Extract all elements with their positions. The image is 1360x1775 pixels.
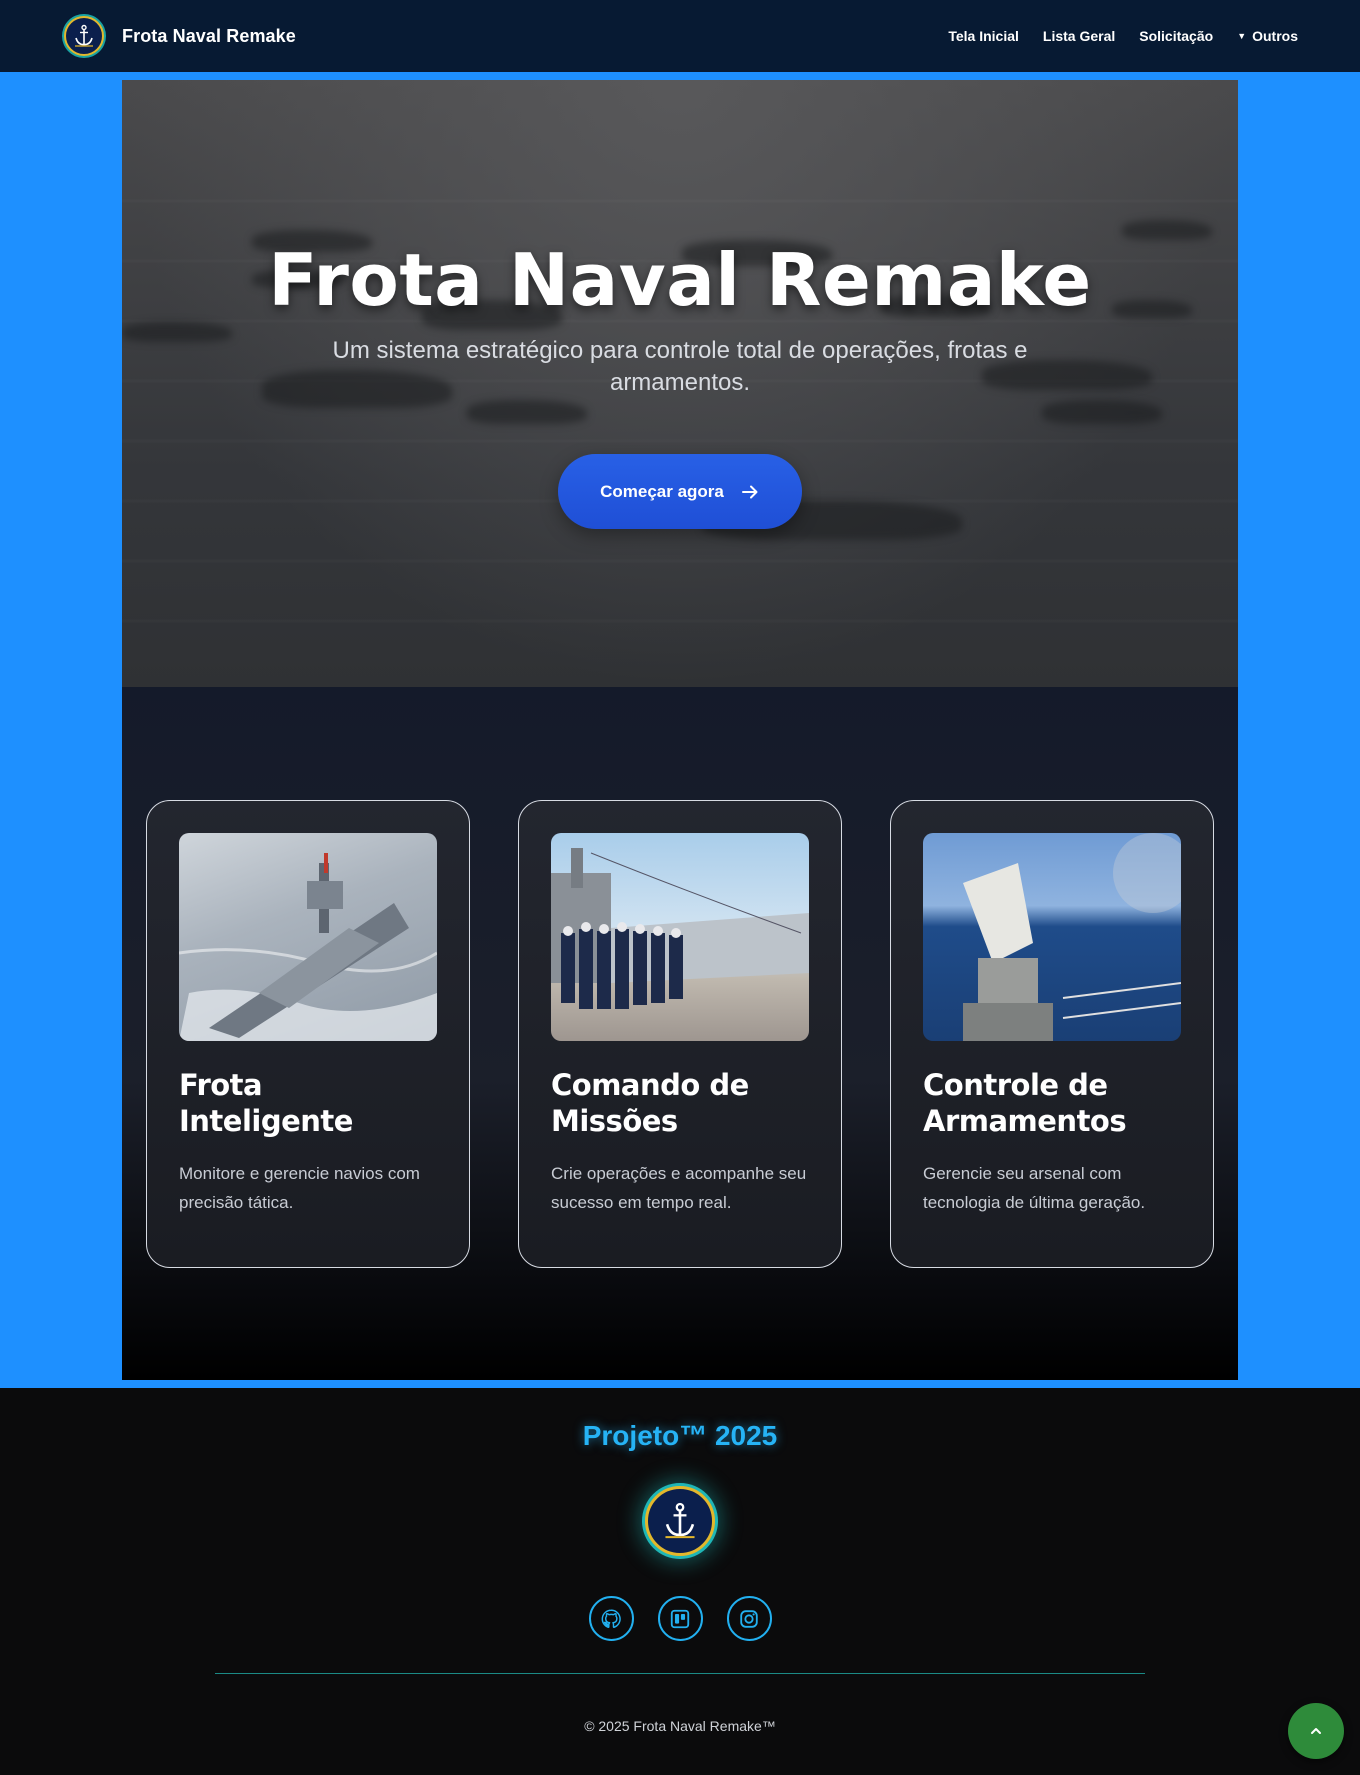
nav-link-lista-geral[interactable]: Lista Geral	[1043, 28, 1115, 44]
anchor-logo-icon	[64, 16, 104, 56]
back-to-top-button[interactable]	[1288, 1703, 1344, 1759]
footer: Projeto™ 2025 © 2025 Frota Naval Remake™	[0, 1388, 1360, 1775]
nav-links: Tela Inicial Lista Geral Solicitação ▼ O…	[948, 28, 1298, 44]
instagram-icon	[740, 1609, 758, 1628]
warship-photo	[179, 833, 437, 1041]
social-links	[0, 1596, 1360, 1641]
copyright-text: © 2025 Frota Naval Remake™	[584, 1718, 776, 1734]
card-title: Frota Inteligente	[179, 1068, 353, 1138]
card-description: Monitore e gerencie navios com precisão …	[179, 1164, 420, 1212]
nav-link-solicitacao[interactable]: Solicitação	[1139, 28, 1213, 44]
main-content: Frota Naval Remake Um sistema estratégic…	[122, 80, 1238, 1380]
card-description: Crie operações e acompanhe seu sucesso e…	[551, 1164, 807, 1212]
nav-link-tela-inicial[interactable]: Tela Inicial	[948, 28, 1019, 44]
github-icon	[601, 1609, 621, 1628]
github-link[interactable]	[588, 1596, 634, 1641]
footer-title: Projeto™ 2025	[582, 1420, 778, 1451]
hero-content: Frota Naval Remake Um sistema estratégic…	[122, 80, 1238, 687]
arrow-right-icon	[741, 485, 758, 498]
card-title: Comando de Missões	[551, 1068, 749, 1138]
trello-link[interactable]	[657, 1596, 703, 1641]
brand-name[interactable]: Frota Naval Remake	[122, 26, 296, 47]
start-now-button[interactable]: Começar agora	[558, 454, 802, 529]
hero-section: Frota Naval Remake Um sistema estratégic…	[122, 80, 1238, 687]
top-navbar: Frota Naval Remake Tela Inicial Lista Ge…	[0, 0, 1360, 72]
start-now-label: Começar agora	[600, 481, 724, 501]
feature-card-fleet[interactable]: Frota Inteligente Monitore e gerencie na…	[146, 800, 470, 1268]
hero-subtitle: Um sistema estratégico para controle tot…	[332, 337, 1028, 396]
feature-card-weapons[interactable]: Controle de Armamentos Gerencie seu arse…	[890, 800, 1214, 1268]
hero-title: Frota Naval Remake	[268, 238, 1092, 322]
footer-divider	[215, 1673, 1145, 1674]
trello-icon	[670, 1609, 690, 1628]
sailors-ceremony-photo	[551, 833, 809, 1041]
card-title: Controle de Armamentos	[923, 1068, 1127, 1138]
nav-dropdown-outros[interactable]: ▼ Outros	[1237, 28, 1298, 44]
chevron-up-icon	[1311, 1728, 1321, 1734]
anchor-logo-icon	[645, 1486, 715, 1556]
feature-card-missions[interactable]: Comando de Missões Crie operações e acom…	[518, 800, 842, 1268]
caret-down-icon: ▼	[1237, 31, 1247, 41]
card-description: Gerencie seu arsenal com tecnologia de ú…	[923, 1164, 1146, 1212]
nav-dropdown-label: Outros	[1252, 28, 1298, 44]
instagram-link[interactable]	[726, 1596, 772, 1641]
naval-gun-photo	[923, 833, 1181, 1041]
brand[interactable]: Frota Naval Remake	[64, 16, 296, 56]
